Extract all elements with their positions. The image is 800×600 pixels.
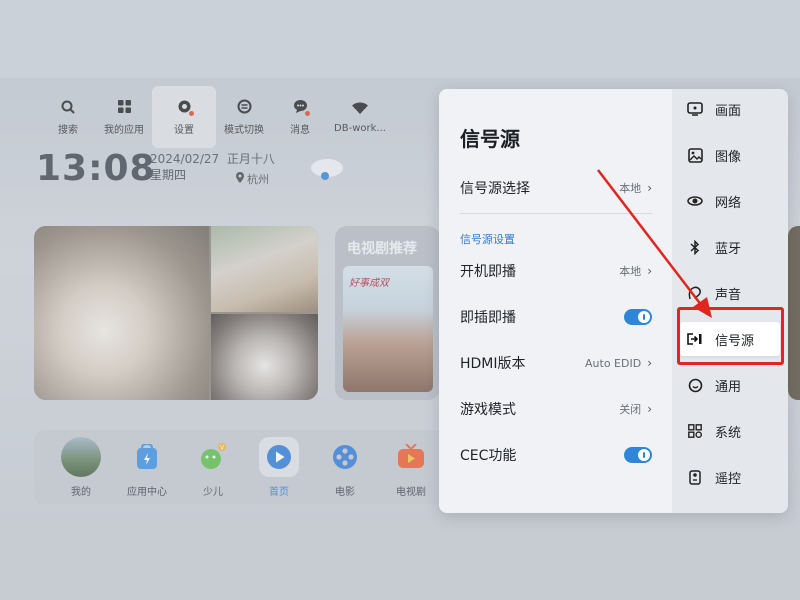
row-value: 本地 <box>619 265 642 278</box>
row-value-wrap: Auto EDID › <box>585 356 652 370</box>
chevron-right-icon: › <box>647 264 652 278</box>
sidebar-item-label: 图像 <box>715 149 742 165</box>
image-icon <box>687 147 703 163</box>
system-icon <box>687 423 703 439</box>
row-plug-play[interactable]: 即插即播 <box>460 305 652 329</box>
row-value: 本地 <box>619 182 642 195</box>
sidebar-item-label: 通用 <box>715 379 742 395</box>
general-icon <box>687 377 703 393</box>
sidebar-item-picture[interactable]: 画面 <box>687 92 779 126</box>
sidebar-item-label: 画面 <box>715 103 742 119</box>
row-label: 游戏模式 <box>460 402 516 418</box>
toggle-knob <box>638 449 650 461</box>
signal-source-settings: 信号源 信号源选择 本地 › 信号源设置 开机即播 本地 › 即插即播 HDMI… <box>439 89 672 513</box>
sidebar-item-system[interactable]: 系统 <box>687 414 779 448</box>
picture-icon <box>687 101 703 117</box>
network-icon <box>687 193 703 209</box>
settings-panel: 信号源 信号源选择 本地 › 信号源设置 开机即播 本地 › 即插即播 HDMI… <box>439 89 788 513</box>
divider <box>460 213 652 214</box>
sidebar-item-label: 蓝牙 <box>715 241 742 257</box>
chevron-right-icon: › <box>647 402 652 416</box>
row-value-wrap: 本地 › <box>619 263 652 279</box>
sidebar-item-bluetooth[interactable]: 蓝牙 <box>687 230 779 264</box>
sidebar-item-general[interactable]: 通用 <box>687 368 779 402</box>
row-label: HDMI版本 <box>460 356 526 372</box>
sidebar-item-label: 遥控 <box>715 471 742 487</box>
highlight-box <box>677 307 784 365</box>
row-game-mode[interactable]: 游戏模式 关闭 › <box>460 397 652 421</box>
row-label: 信号源选择 <box>460 181 530 197</box>
row-label: 即插即播 <box>460 310 516 326</box>
row-value-wrap: 本地 › <box>619 180 652 196</box>
bluetooth-icon <box>687 239 703 255</box>
sidebar-item-label: 系统 <box>715 425 742 441</box>
plug-play-toggle[interactable] <box>624 309 652 325</box>
sidebar-item-sound[interactable]: 声音 <box>687 276 779 310</box>
row-label: CEC功能 <box>460 448 517 464</box>
row-hdmi-version[interactable]: HDMI版本 Auto EDID › <box>460 351 652 375</box>
sidebar-item-image[interactable]: 图像 <box>687 138 779 172</box>
settings-sidebar: 画面 图像 网络 蓝牙 声音 信号源 通用 系统 遥控 <box>672 89 788 513</box>
sound-icon <box>687 285 703 301</box>
row-label: 开机即播 <box>460 264 516 280</box>
row-value: Auto EDID <box>585 356 642 370</box>
page-title: 信号源 <box>460 127 520 151</box>
remote-icon <box>687 469 703 485</box>
section-label: 信号源设置 <box>460 233 515 246</box>
toggle-knob <box>638 311 650 323</box>
row-boot-play[interactable]: 开机即播 本地 › <box>460 259 652 283</box>
row-value: 关闭 <box>619 403 642 416</box>
sidebar-item-label: 网络 <box>715 195 742 211</box>
row-cec[interactable]: CEC功能 <box>460 443 652 467</box>
cec-toggle[interactable] <box>624 447 652 463</box>
chevron-right-icon: › <box>647 181 652 195</box>
sidebar-item-label: 声音 <box>715 287 742 303</box>
row-value-wrap: 关闭 › <box>619 401 652 417</box>
chevron-right-icon: › <box>647 356 652 370</box>
sidebar-item-remote[interactable]: 遥控 <box>687 460 779 494</box>
sidebar-item-network[interactable]: 网络 <box>687 184 779 218</box>
row-source-select[interactable]: 信号源选择 本地 › <box>460 176 652 200</box>
